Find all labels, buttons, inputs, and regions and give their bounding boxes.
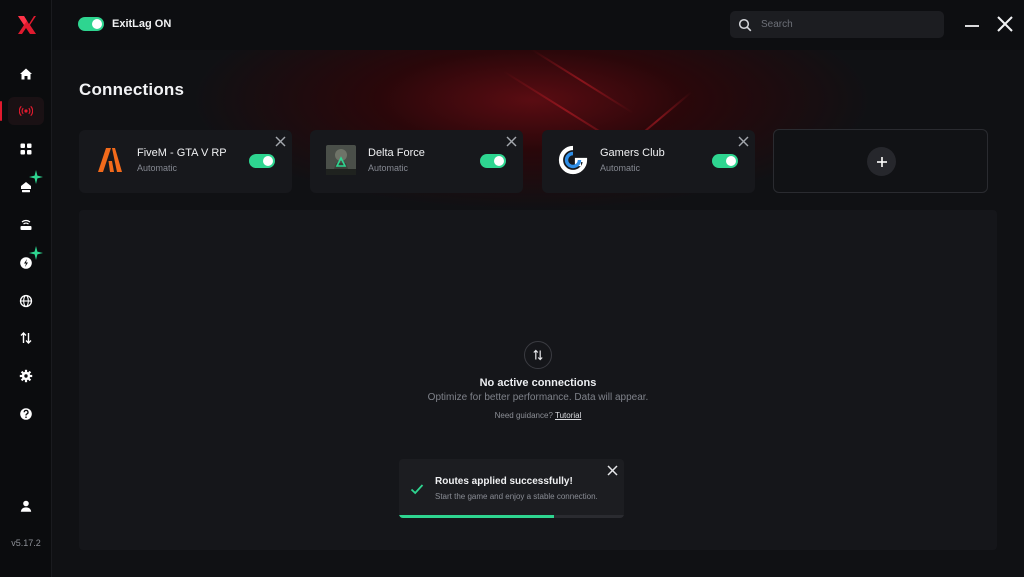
search-input[interactable] <box>761 19 931 30</box>
success-toast: Routes applied successfully! Start the g… <box>399 459 624 518</box>
empty-state-badge <box>524 341 552 369</box>
game-mode: Automatic <box>368 163 409 173</box>
game-toggle[interactable] <box>249 154 275 168</box>
toast-progress-fill <box>399 515 555 518</box>
delta-force-icon <box>326 145 356 175</box>
game-name: Gamers Club <box>600 147 665 159</box>
game-name: FiveM - GTA V RP <box>137 147 227 159</box>
apps-grid-icon <box>20 143 32 155</box>
guidance-line: Need guidance? Tutorial <box>79 411 997 420</box>
game-mode: Automatic <box>600 163 641 173</box>
search-icon <box>738 18 752 31</box>
check-icon <box>410 484 424 495</box>
game-toggle[interactable] <box>480 154 506 168</box>
gamers-club-icon <box>558 145 588 175</box>
close-icon[interactable] <box>996 15 1014 33</box>
game-toggle[interactable] <box>712 154 738 168</box>
sidebar-item-home[interactable] <box>8 60 44 88</box>
empty-state-subtitle: Optimize for better performance. Data wi… <box>427 392 649 403</box>
sidebar: v5.17.2 <box>0 0 52 577</box>
remove-card-icon[interactable] <box>506 136 517 147</box>
add-game-button[interactable] <box>867 147 896 176</box>
sidebar-item-settings[interactable] <box>8 362 44 390</box>
new-badge-icon <box>29 170 43 184</box>
sidebar-item-profile[interactable] <box>8 492 44 520</box>
guidance-text: Need guidance? <box>494 411 553 420</box>
game-card-gamers-club[interactable]: Gamers Club Automatic <box>542 130 755 193</box>
sidebar-item-help[interactable] <box>8 400 44 428</box>
settings-icon <box>19 369 33 383</box>
game-card-fivem[interactable]: FiveM - GTA V RP Automatic <box>79 130 292 193</box>
top-bar: ExitLag ON <box>52 0 1024 50</box>
remove-card-icon[interactable] <box>738 136 749 147</box>
sidebar-item-transfer[interactable] <box>8 324 44 352</box>
remove-card-icon[interactable] <box>275 136 286 147</box>
fivem-icon <box>98 148 122 172</box>
home-icon <box>20 68 32 80</box>
router-icon <box>20 219 32 230</box>
page-title: Connections <box>79 80 185 99</box>
new-badge-icon <box>29 246 43 260</box>
tutorial-link[interactable]: Tutorial <box>555 411 581 420</box>
sidebar-item-connections[interactable] <box>0 97 44 125</box>
game-mode: Automatic <box>137 163 178 173</box>
globe-icon <box>19 294 33 308</box>
sidebar-item-apps[interactable] <box>8 135 44 163</box>
toast-close-icon[interactable] <box>607 465 618 476</box>
master-toggle-label: ExitLag ON <box>112 18 172 30</box>
exitlag-master-toggle[interactable] <box>78 17 104 31</box>
search-box[interactable] <box>730 11 944 38</box>
app-window: v5.17.2 ExitLag ON Connections <box>0 0 1024 577</box>
add-game-card[interactable] <box>773 129 988 193</box>
app-version: v5.17.2 <box>11 538 41 548</box>
toast-title: Routes applied successfully! <box>435 476 573 487</box>
transfer-icon <box>20 332 32 344</box>
toast-progress-track <box>399 515 624 518</box>
game-card-delta-force[interactable]: Delta Force Automatic <box>310 130 523 193</box>
sidebar-item-boost[interactable] <box>8 246 44 277</box>
empty-state-title: No active connections <box>479 377 597 389</box>
exitlag-logo[interactable] <box>15 14 37 36</box>
sidebar-item-router[interactable] <box>8 211 44 239</box>
user-icon <box>20 500 32 512</box>
sidebar-item-globe[interactable] <box>8 287 44 315</box>
help-icon <box>20 408 32 420</box>
plus-icon <box>876 156 887 167</box>
minimize-icon[interactable] <box>964 16 980 32</box>
toast-message: Start the game and enjoy a stable connec… <box>435 492 598 501</box>
sidebar-item-network[interactable] <box>8 170 44 201</box>
game-name: Delta Force <box>368 147 425 159</box>
connections-icon <box>19 105 33 117</box>
swap-icon <box>533 349 543 361</box>
